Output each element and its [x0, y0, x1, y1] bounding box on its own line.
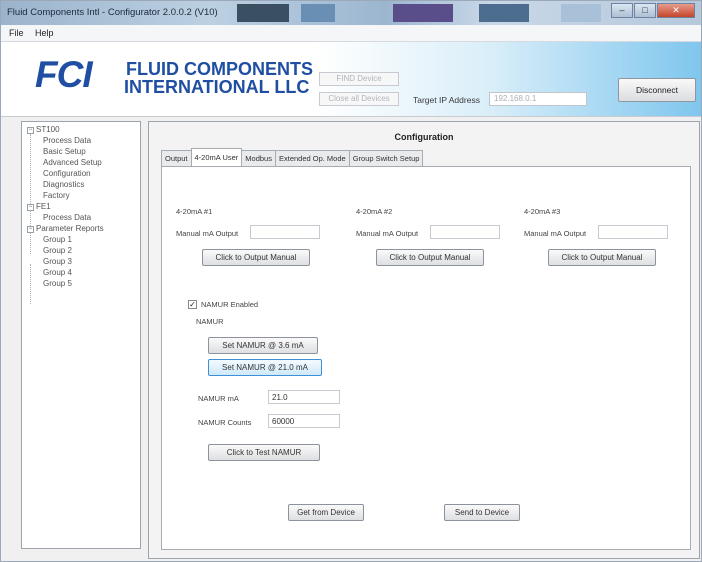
- channel-2-output-manual-button[interactable]: Click to Output Manual: [376, 249, 484, 266]
- collapse-icon[interactable]: −: [27, 204, 34, 211]
- tree-node-fe1[interactable]: FE1: [36, 202, 51, 211]
- channel-3-output-manual-button[interactable]: Click to Output Manual: [548, 249, 656, 266]
- window-controls: – □ ✕: [610, 3, 695, 18]
- close-devices-button[interactable]: Close all Devices: [319, 92, 399, 106]
- set-namur-high-button[interactable]: Set NAMUR @ 21.0 mA: [208, 359, 322, 376]
- namur-group-label: NAMUR: [196, 317, 224, 326]
- titlebar-taskbar-block: [479, 4, 529, 22]
- namur-counts-value: 60000: [272, 417, 295, 426]
- config-tabs: Output 4-20mA User Modbus Extended Op. M…: [161, 148, 424, 166]
- tree-node-group-3[interactable]: Group 3: [43, 257, 72, 266]
- test-namur-button[interactable]: Click to Test NAMUR: [208, 444, 320, 461]
- configuration-title: Configuration: [394, 132, 454, 142]
- channel-1-manual-input[interactable]: [250, 225, 320, 239]
- header-banner: FCI FLUID COMPONENTS INTERNATIONAL LLC F…: [1, 42, 701, 117]
- tree-node-parameter-reports[interactable]: Parameter Reports: [36, 224, 104, 233]
- channel-2-header: 4-20mA #2: [356, 207, 393, 216]
- channel-2-manual-label: Manual mA Output: [356, 229, 419, 238]
- fci-logo: FCI: [35, 54, 93, 95]
- namur-enabled-checkbox[interactable]: ✓: [188, 300, 197, 309]
- tree-node-basic-setup[interactable]: Basic Setup: [43, 147, 86, 156]
- tab-modbus[interactable]: Modbus: [241, 150, 276, 166]
- tab-4-20ma-user[interactable]: 4-20mA User: [190, 148, 243, 166]
- channel-1-manual-label: Manual mA Output: [176, 229, 239, 238]
- close-button[interactable]: ✕: [657, 3, 695, 18]
- namur-ma-value: 21.0: [272, 393, 288, 402]
- app-window: Fluid Components Intl - Configurator 2.0…: [0, 0, 702, 562]
- send-to-device-button[interactable]: Send to Device: [444, 504, 520, 521]
- titlebar-taskbar-block: [301, 4, 335, 22]
- tree-guide-line: [30, 134, 31, 254]
- channel-1-output-manual-button[interactable]: Click to Output Manual: [202, 249, 310, 266]
- get-from-device-button[interactable]: Get from Device: [288, 504, 364, 521]
- channel-1-header: 4-20mA #1: [176, 207, 213, 216]
- tree-node-st100[interactable]: ST100: [36, 125, 60, 134]
- tree-node-configuration[interactable]: Configuration: [43, 169, 91, 178]
- tree-guide-line: [30, 264, 31, 304]
- target-ip-label: Target IP Address: [413, 95, 480, 105]
- titlebar-taskbar-block: [561, 4, 601, 22]
- collapse-icon[interactable]: −: [27, 127, 34, 134]
- menu-bar: File Help: [1, 25, 701, 42]
- company-name-line2: INTERNATIONAL LLC: [124, 77, 310, 97]
- window-title: Fluid Components Intl - Configurator 2.0…: [7, 7, 218, 18]
- menu-help[interactable]: Help: [35, 28, 54, 38]
- title-bar: Fluid Components Intl - Configurator 2.0…: [1, 1, 701, 25]
- tree-node-group-5[interactable]: Group 5: [43, 279, 72, 288]
- titlebar-taskbar-block: [237, 4, 289, 22]
- tree-node-diagnostics[interactable]: Diagnostics: [43, 180, 84, 189]
- set-namur-low-button[interactable]: Set NAMUR @ 3.6 mA: [208, 337, 318, 354]
- tree-node-group-1[interactable]: Group 1: [43, 235, 72, 244]
- channel-3-header: 4-20mA #3: [524, 207, 561, 216]
- company-name-line1: FLUID COMPONENTS: [126, 59, 313, 79]
- find-device-button[interactable]: FIND Device: [319, 72, 399, 86]
- tab-page-4-20ma-user: 4-20mA #1 Manual mA Output Click to Outp…: [161, 166, 691, 550]
- collapse-icon[interactable]: −: [27, 226, 34, 233]
- namur-counts-label: NAMUR Counts: [198, 418, 252, 427]
- tab-group-switch-setup[interactable]: Group Switch Setup: [348, 150, 424, 166]
- tab-extended-op-mode[interactable]: Extended Op. Mode: [274, 150, 350, 166]
- minimize-button[interactable]: –: [611, 3, 633, 18]
- namur-ma-label: NAMUR mA: [198, 394, 239, 403]
- channel-3-manual-label: Manual mA Output: [524, 229, 587, 238]
- titlebar-taskbar-block: [393, 4, 453, 22]
- disconnect-button[interactable]: Disconnect: [618, 78, 696, 102]
- tree-node-process-data[interactable]: Process Data: [43, 136, 91, 145]
- configuration-panel: Configuration Output 4-20mA User Modbus …: [148, 121, 700, 559]
- channel-3-manual-input[interactable]: [598, 225, 668, 239]
- target-ip-input[interactable]: 192.168.0.1: [489, 92, 587, 106]
- channel-2-manual-input[interactable]: [430, 225, 500, 239]
- tree-node-factory[interactable]: Factory: [43, 191, 70, 200]
- tab-output[interactable]: Output: [161, 150, 192, 166]
- device-tree: − ST100 Process Data Basic Setup Advance…: [21, 121, 141, 549]
- tree-node-group-2[interactable]: Group 2: [43, 246, 72, 255]
- tree-node-fe1-process-data[interactable]: Process Data: [43, 213, 91, 222]
- tree-node-advanced-setup[interactable]: Advanced Setup: [43, 158, 102, 167]
- menu-file[interactable]: File: [9, 28, 24, 38]
- namur-enabled-label: NAMUR Enabled: [201, 300, 259, 309]
- maximize-button[interactable]: □: [634, 3, 656, 18]
- tree-node-group-4[interactable]: Group 4: [43, 268, 72, 277]
